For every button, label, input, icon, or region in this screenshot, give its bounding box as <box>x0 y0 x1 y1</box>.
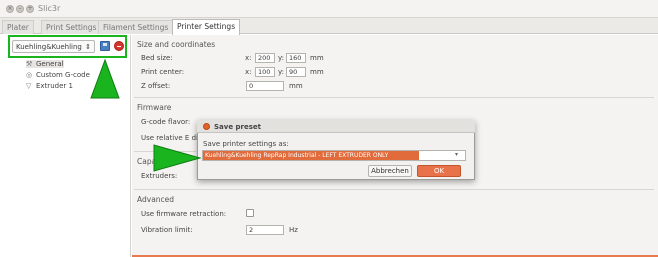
close-dialog-icon[interactable] <box>203 123 210 130</box>
bed-size-y-label: y: <box>278 54 284 62</box>
sidebar-item-general[interactable]: ⚒ General <box>26 60 64 68</box>
sidebar-item-custom-gcode[interactable]: ◎ Custom G-code <box>26 71 90 79</box>
dialog-prompt: Save printer settings as: <box>203 140 289 148</box>
z-offset-label: Z offset: <box>141 82 171 90</box>
section-advanced: Advanced <box>137 195 175 204</box>
ok-button[interactable]: OK <box>417 165 461 177</box>
print-center-x-label: x: <box>245 68 252 76</box>
gcode-flavor-label: G-code flavor: <box>141 118 191 126</box>
z-offset-input[interactable]: 0 <box>246 81 284 91</box>
print-center-y-label: y: <box>278 68 284 76</box>
bed-size-y-input[interactable]: 160 <box>286 53 306 63</box>
annotation-arrow-up <box>90 58 120 99</box>
chevron-down-icon[interactable]: ▾ <box>455 151 458 158</box>
vibration-limit-unit: Hz <box>289 226 298 234</box>
firmware-retraction-label: Use firmware retraction: <box>141 210 227 218</box>
minimize-window-button[interactable]: – <box>16 5 24 13</box>
z-offset-unit: mm <box>289 82 303 90</box>
highlight-box <box>8 35 127 58</box>
extruder-icon: ▽ <box>26 82 32 90</box>
bed-size-label: Bed size: <box>141 54 173 62</box>
tab-printer-settings[interactable]: Printer Settings <box>172 19 241 35</box>
relative-e-label: Use relative E di <box>141 134 198 142</box>
print-center-y-input[interactable]: 90 <box>286 67 306 77</box>
bed-size-x-input[interactable]: 200 <box>255 53 275 63</box>
vibration-limit-label: Vibration limit: <box>141 226 193 234</box>
preset-name-input[interactable]: Kuehling&Kuehling RepRap Industrial - LE… <box>203 151 419 160</box>
bed-size-unit: mm <box>310 54 324 62</box>
tab-plater[interactable]: Plater <box>2 20 34 34</box>
print-center-x-input[interactable]: 100 <box>255 67 275 77</box>
divider <box>134 97 654 98</box>
sidebar-item-extruder-1[interactable]: ▽ Extruder 1 <box>26 82 73 90</box>
tab-filament-settings[interactable]: Filament Settings <box>98 20 174 34</box>
vibration-limit-input[interactable]: 2 <box>246 225 284 235</box>
annotation-arrow-right <box>153 144 202 172</box>
section-size: Size and coordinates <box>137 40 216 49</box>
title-bar <box>0 0 658 18</box>
close-window-button[interactable]: × <box>6 5 14 13</box>
extruders-label: Extruders: <box>141 172 178 180</box>
divider <box>134 189 654 190</box>
print-center-label: Print center: <box>141 68 185 76</box>
window-title: Slic3r <box>38 4 61 13</box>
section-firmware: Firmware <box>137 103 172 112</box>
print-center-unit: mm <box>310 68 324 76</box>
bed-size-x-label: x: <box>245 54 252 62</box>
tab-print-settings[interactable]: Print Settings <box>41 20 102 34</box>
cancel-button[interactable]: Abbrechen <box>368 165 412 177</box>
wrench-icon: ⚒ <box>26 60 33 68</box>
maximize-window-button[interactable]: + <box>26 5 34 13</box>
firmware-retraction-checkbox[interactable] <box>246 209 254 217</box>
dialog-title: Save preset <box>214 123 261 131</box>
gcode-icon: ◎ <box>26 71 33 79</box>
